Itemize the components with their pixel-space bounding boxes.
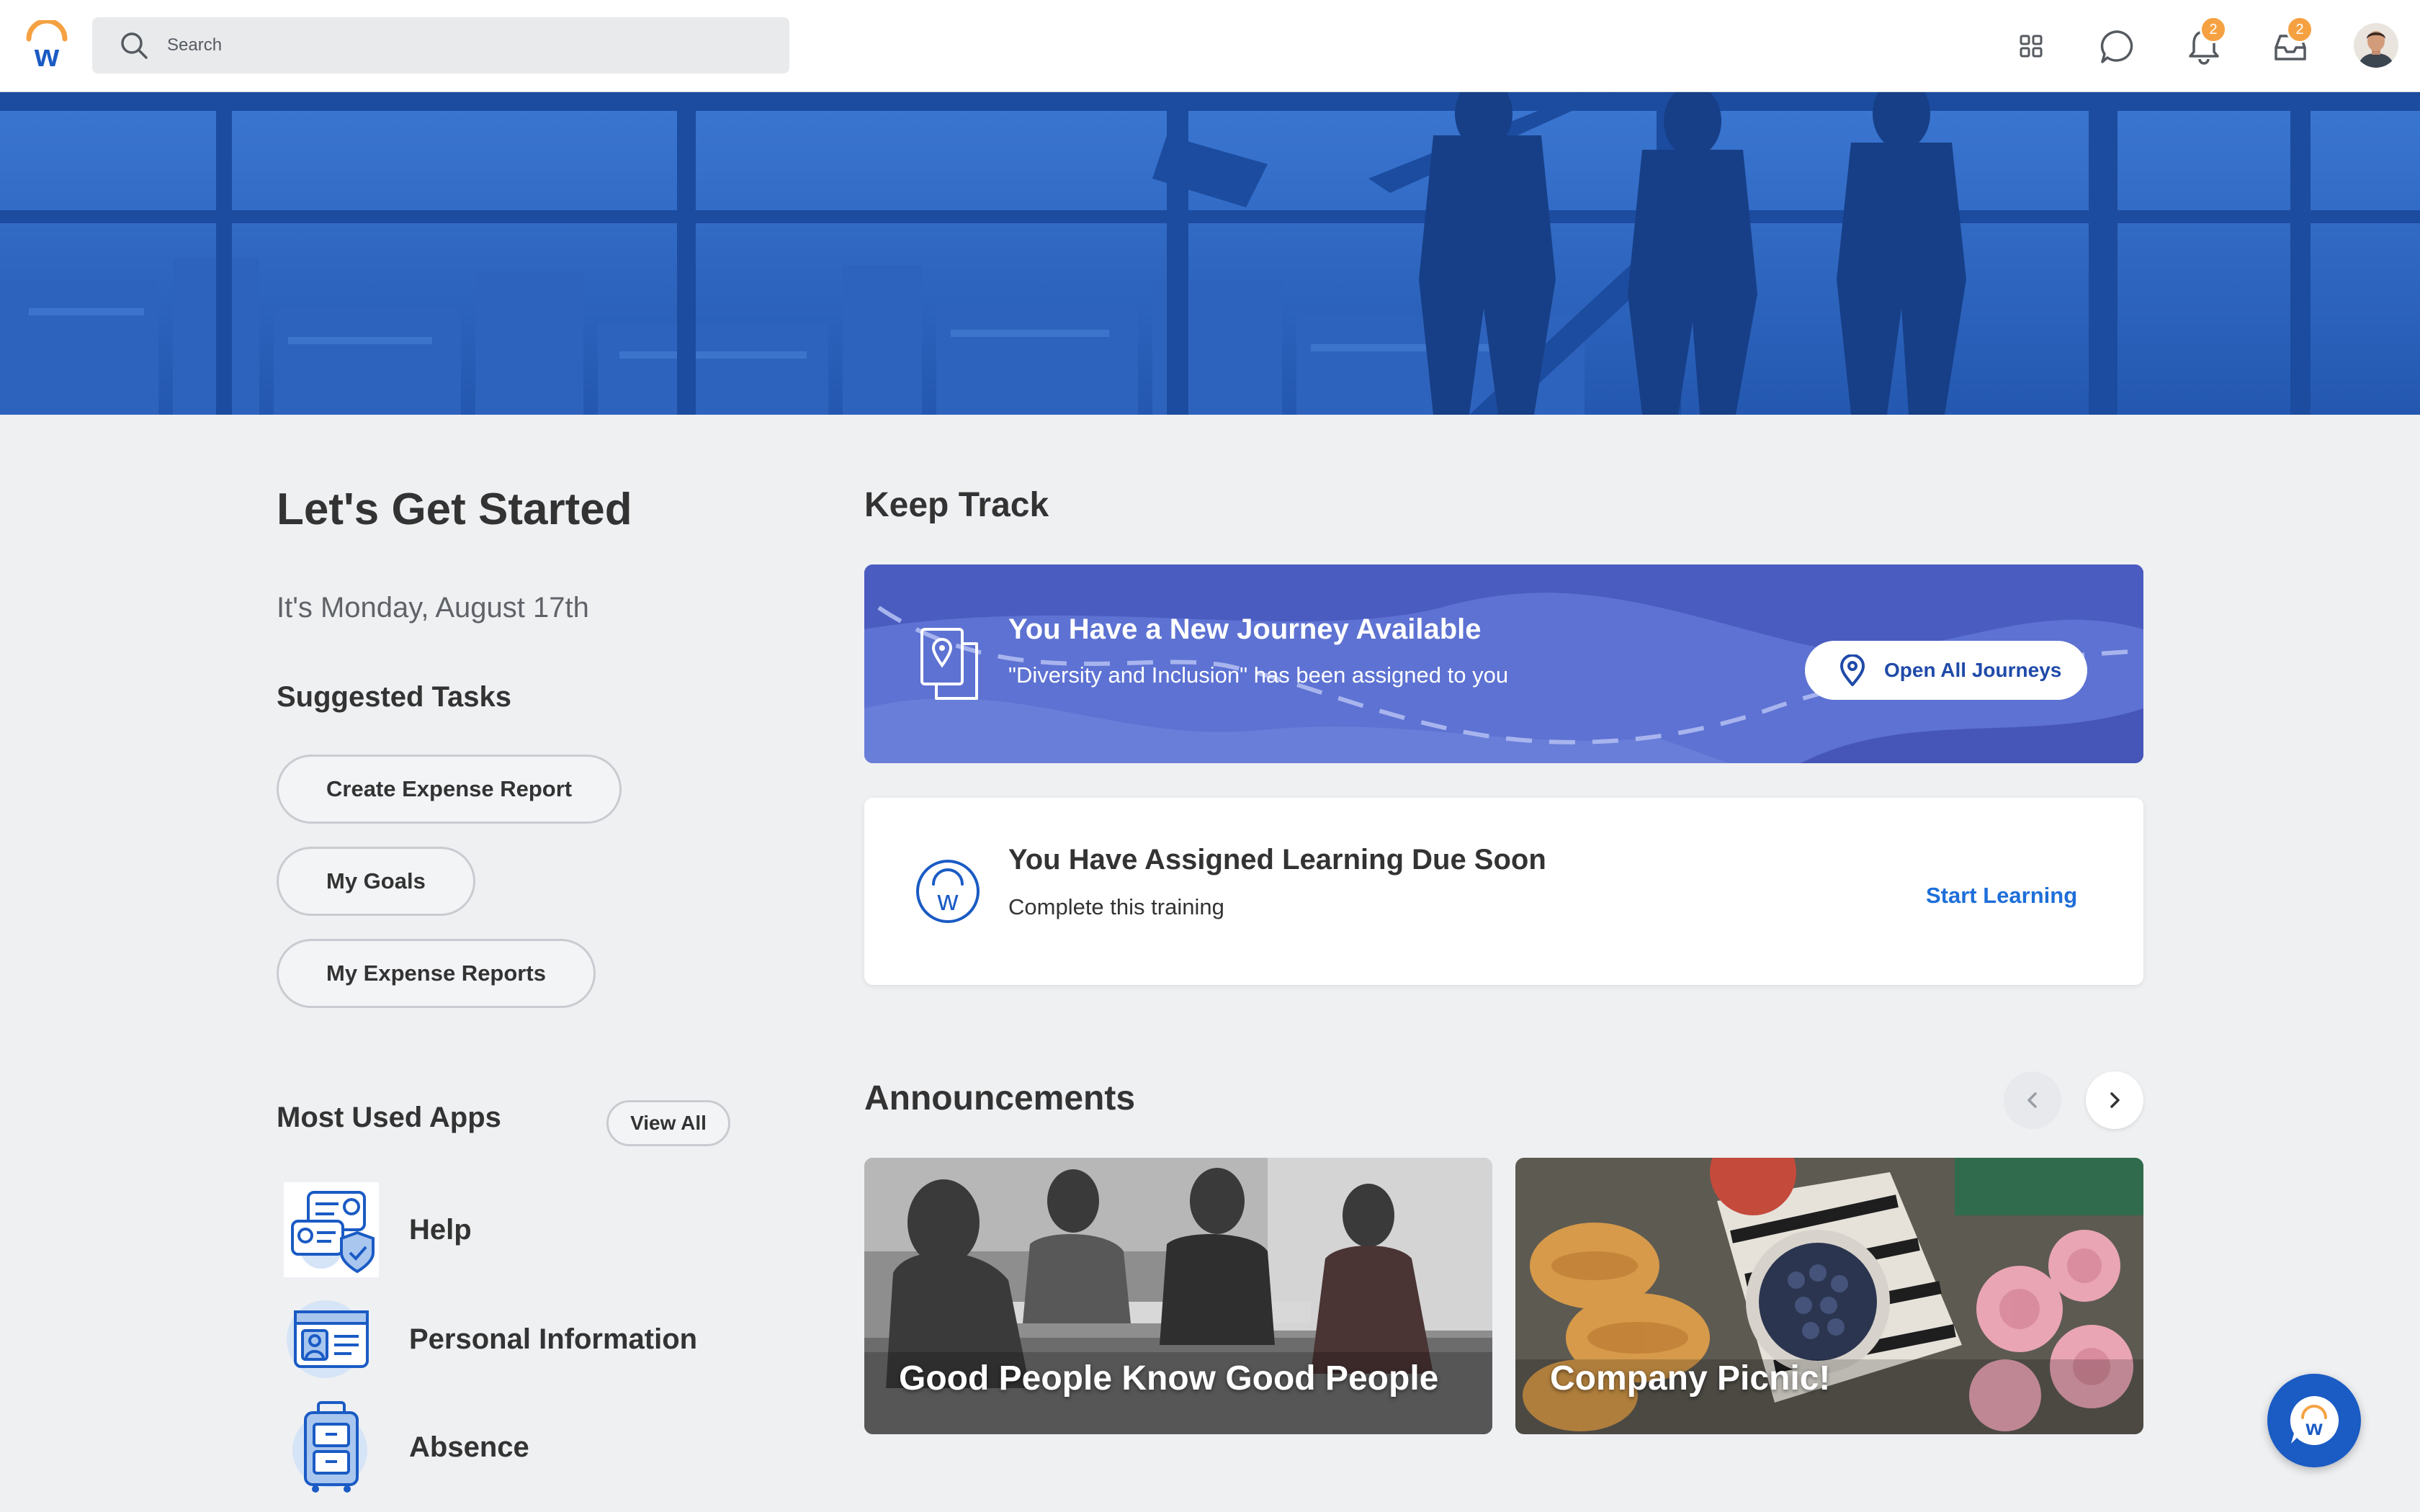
chat-icon[interactable]: [2097, 26, 2138, 66]
app-absence[interactable]: Absence: [284, 1400, 529, 1495]
workday-logo-icon[interactable]: w: [22, 20, 72, 71]
hero-banner: [0, 92, 2420, 415]
inbox-badge: 2: [2286, 16, 2313, 43]
search-bar[interactable]: Search: [92, 17, 789, 73]
learning-card: w You Have Assigned Learning Due Soon Co…: [864, 798, 2143, 985]
svg-text:w: w: [34, 38, 60, 71]
assistant-button[interactable]: w: [2267, 1374, 2361, 1467]
announcement-card-good-people[interactable]: Good People Know Good People: [864, 1158, 1492, 1434]
journey-map-icon: [920, 628, 978, 700]
keep-track-heading: Keep Track: [864, 486, 1049, 524]
help-app-icon: [284, 1182, 379, 1277]
chevron-right-icon: [2110, 1092, 2120, 1108]
current-date: It's Monday, August 17th: [277, 592, 589, 624]
workday-assistant-icon: w: [2290, 1395, 2339, 1445]
suggested-tasks-heading: Suggested Tasks: [277, 681, 512, 713]
app-personal-information[interactable]: Personal Information: [284, 1292, 697, 1387]
announcement-card-company-picnic[interactable]: Company Picnic!: [1515, 1158, 2143, 1434]
svg-text:w: w: [937, 885, 959, 917]
app-help[interactable]: Help: [284, 1182, 472, 1277]
my-expense-reports-button[interactable]: My Expense Reports: [277, 939, 596, 1008]
learning-title: You Have Assigned Learning Due Soon: [1008, 844, 1546, 876]
view-all-button[interactable]: View All: [606, 1100, 730, 1146]
avatar[interactable]: [2354, 23, 2398, 68]
absence-app-icon: [292, 1401, 367, 1493]
create-expense-report-button[interactable]: Create Expense Report: [277, 755, 622, 824]
app-label-help: Help: [409, 1213, 472, 1246]
page-title: Let's Get Started: [277, 485, 632, 534]
journey-title: You Have a New Journey Available: [1008, 613, 1482, 645]
hero-image: [0, 92, 2420, 415]
chevron-left-icon: [2027, 1092, 2037, 1108]
top-bar: w Search 2 2: [0, 0, 2420, 92]
journey-subtitle: "Diversity and Inclusion" has been assig…: [1008, 662, 1509, 688]
map-pin-icon: [1839, 654, 1865, 686]
search-input[interactable]: Search: [167, 35, 222, 55]
open-all-journeys-label: Open All Journeys: [1884, 659, 2062, 681]
inbox-button[interactable]: 2: [2270, 16, 2313, 66]
announcement-title-good-people: Good People Know Good People: [899, 1359, 1439, 1398]
user-photo: [2354, 23, 2398, 68]
apps-grid-icon[interactable]: [2011, 26, 2051, 66]
announcement-title-company-picnic: Company Picnic!: [1550, 1359, 1831, 1398]
my-goals-button[interactable]: My Goals: [277, 847, 475, 916]
journey-card: You Have a New Journey Available "Divers…: [864, 564, 2143, 763]
personal-info-app-icon: [287, 1300, 369, 1378]
search-icon: [121, 32, 148, 59]
open-all-journeys-button[interactable]: Open All Journeys: [1805, 641, 2087, 700]
announcements-heading: Announcements: [864, 1079, 1136, 1117]
svg-text:w: w: [2305, 1416, 2323, 1440]
workday-learning-icon: w: [916, 860, 980, 923]
most-used-apps-heading: Most Used Apps: [277, 1102, 501, 1133]
start-learning-link[interactable]: Start Learning: [1926, 883, 2077, 909]
previous-announcement-button[interactable]: [2004, 1071, 2061, 1129]
notifications-button[interactable]: 2: [2184, 16, 2227, 66]
app-label-absence: Absence: [409, 1431, 529, 1463]
learning-subtitle: Complete this training: [1008, 894, 1224, 919]
app-label-personal-information: Personal Information: [409, 1323, 698, 1355]
notifications-badge: 2: [2200, 16, 2227, 43]
next-announcement-button[interactable]: [2086, 1071, 2143, 1129]
